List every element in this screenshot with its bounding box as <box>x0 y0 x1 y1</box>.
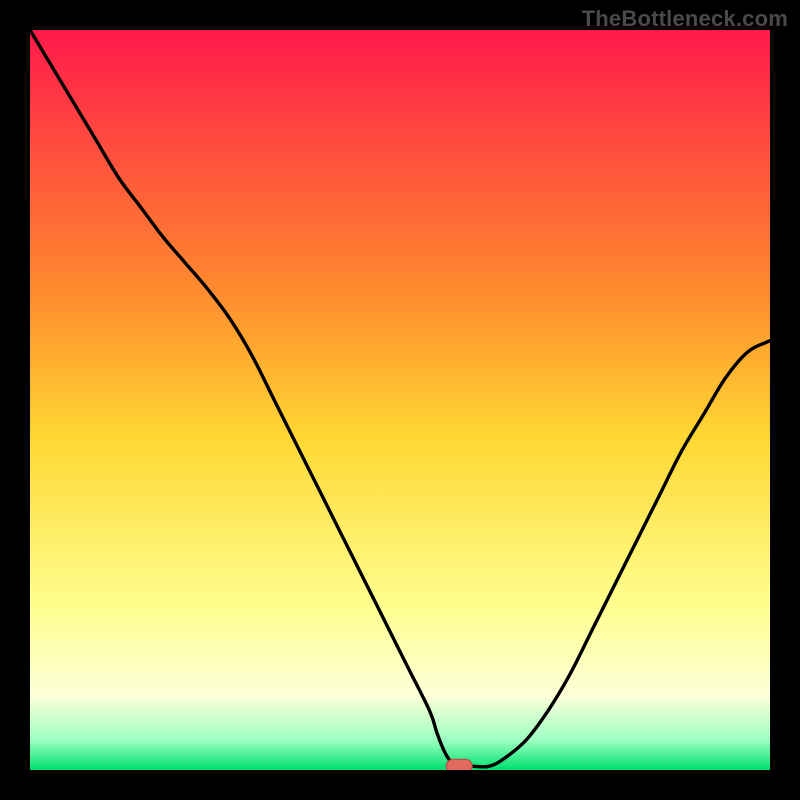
optimal-point-marker <box>446 759 472 770</box>
watermark-text: TheBottleneck.com <box>582 6 788 32</box>
bottleneck-chart-svg <box>30 30 770 770</box>
chart-frame: TheBottleneck.com <box>0 0 800 800</box>
gradient-background <box>30 30 770 770</box>
plot-area <box>30 30 770 770</box>
